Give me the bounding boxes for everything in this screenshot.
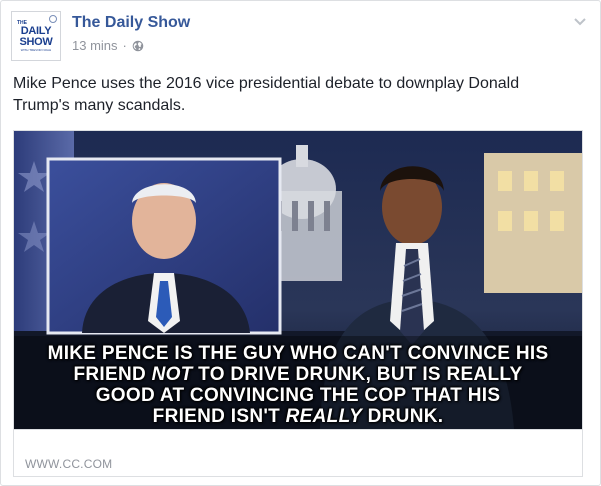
registered-mark-icon <box>49 15 57 23</box>
globe-icon[interactable] <box>132 40 144 52</box>
image-caption: MIKE PENCE IS THE GUY WHO CAN'T CONVINCE… <box>14 343 582 427</box>
chevron-down-icon[interactable] <box>572 13 588 29</box>
logo-text-daily: DAILY <box>20 24 52 37</box>
caption-line: FRIEND ISN'T REALLY DRUNK. <box>14 406 582 427</box>
caption-segment: DRUNK. <box>362 406 444 427</box>
shared-link-attachment[interactable]: MIKE PENCE IS THE GUY WHO CAN'T CONVINCE… <box>13 130 583 477</box>
caption-emphasis: REALLY <box>285 406 363 427</box>
shared-link-image[interactable]: MIKE PENCE IS THE GUY WHO CAN'T CONVINCE… <box>14 131 582 429</box>
facebook-post-card: THE DAILY SHOW WITH TREVOR NOAH The Dail… <box>0 0 601 486</box>
caption-line: GOOD AT CONVINCING THE COP THAT HIS <box>95 385 501 406</box>
meta-separator: · <box>122 38 127 53</box>
logo-text-show: SHOW <box>19 35 53 48</box>
caption-emphasis: NOT <box>151 364 193 385</box>
caption-line: MIKE PENCE IS THE GUY WHO CAN'T CONVINCE… <box>47 343 549 364</box>
caption-segment: TO DRIVE DRUNK, BUT IS REALLY <box>192 364 523 385</box>
caption-segment: FRIEND <box>73 364 152 385</box>
post-message-line: Trump's many scandals. <box>13 97 186 114</box>
post-message: Mike Pence uses the 2016 vice presidenti… <box>13 73 583 117</box>
post-timestamp-link[interactable]: 13 mins <box>72 38 118 53</box>
page-name-link[interactable]: The Daily Show <box>72 14 190 32</box>
logo-text-subtitle: WITH TREVOR NOAH <box>20 47 52 52</box>
post-message-line: Mike Pence uses the 2016 vice presidenti… <box>13 75 520 92</box>
link-domain-bar[interactable]: WWW.CC.COM <box>14 429 582 476</box>
post-meta: 13 mins · <box>72 38 144 53</box>
caption-segment: FRIEND ISN'T <box>152 406 286 427</box>
page-avatar[interactable]: THE DAILY SHOW WITH TREVOR NOAH <box>11 11 61 61</box>
link-domain: WWW.CC.COM <box>25 457 113 471</box>
caption-line: FRIEND NOT TO DRIVE DRUNK, BUT IS REALLY <box>14 364 582 385</box>
